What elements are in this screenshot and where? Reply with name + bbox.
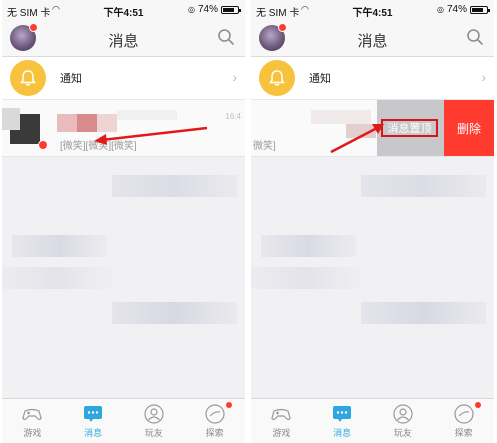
status-right: ◎ 74%	[188, 4, 241, 15]
tab-label: 游戏	[23, 428, 42, 438]
message-row[interactable]: [微笑][微笑][微笑] 16:4	[2, 100, 245, 157]
blurred-name	[97, 114, 117, 132]
blurred-name	[311, 110, 371, 124]
tab-label: 消息	[333, 428, 352, 438]
phone-screen-after: 无 SIM 卡 ◠ 下午4:51 ◎ 74% 消息 通知 › 微笑] 消息置顶	[251, 0, 494, 443]
chat-icon	[84, 406, 103, 422]
tab-label: 玩友	[393, 428, 412, 438]
status-bar: 无 SIM 卡 ◠ 下午4:51 ◎ 74%	[2, 0, 245, 20]
bell-icon	[10, 60, 46, 96]
tab-label: 探索	[205, 428, 224, 438]
blurred-content	[112, 175, 237, 197]
blurred-content	[112, 302, 237, 324]
notification-label: 通知	[60, 73, 82, 85]
tab-bar: 游戏 消息 玩友 探索	[2, 398, 245, 443]
red-badge	[38, 140, 48, 150]
status-right: ◎ 74%	[437, 4, 490, 15]
friends-icon	[144, 404, 164, 424]
message-row-swiped[interactable]: 微笑] 消息置顶 删除	[251, 100, 494, 157]
tab-label: 探索	[454, 428, 473, 438]
notification-row[interactable]: 通知 ›	[251, 57, 494, 100]
tab-label: 游戏	[272, 428, 291, 438]
status-bar: 无 SIM 卡 ◠ 下午4:51 ◎ 74%	[251, 0, 494, 20]
chat-icon	[333, 406, 352, 422]
notification-row[interactable]: 通知 ›	[2, 57, 245, 100]
blurred-name	[77, 114, 97, 132]
battery-percent: 74%	[446, 4, 467, 15]
tab-explore[interactable]: 探索	[184, 399, 245, 443]
message-list	[251, 157, 494, 399]
blurred-name	[2, 108, 20, 130]
tab-explore[interactable]: 探索	[433, 399, 494, 443]
nav-bar: 消息	[251, 20, 494, 57]
bell-icon	[259, 60, 295, 96]
blurred-content	[251, 267, 361, 289]
tab-friends[interactable]: 玩友	[124, 399, 185, 443]
explore-badge	[475, 402, 481, 408]
battery-icon	[221, 5, 241, 14]
blurred-content	[12, 235, 107, 257]
message-preview: 微笑]	[253, 141, 276, 152]
notification-label: 通知	[309, 73, 331, 85]
battery-percent: 74%	[197, 4, 218, 15]
search-icon[interactable]	[466, 28, 484, 46]
phone-screen-before: 无 SIM 卡 ◠ 下午4:51 ◎ 74% 消息 通知 › [微笑][微笑][…	[2, 0, 245, 443]
message-time: 16:4	[225, 112, 241, 121]
message-preview: [微笑][微笑][微笑]	[60, 141, 137, 152]
nav-bar: 消息	[2, 20, 245, 57]
pin-message-label: 消息置顶	[381, 119, 438, 137]
tab-messages[interactable]: 消息	[63, 399, 124, 443]
tab-bar: 游戏 消息 玩友 探索	[251, 398, 494, 443]
explore-badge	[226, 402, 232, 408]
chevron-right-icon: ›	[481, 69, 486, 85]
page-title: 消息	[108, 33, 139, 50]
chevron-right-icon: ›	[232, 69, 237, 85]
lock-rotation-icon: ◎	[437, 5, 444, 14]
blurred-content	[261, 235, 356, 257]
friends-icon	[393, 404, 413, 424]
search-icon[interactable]	[217, 28, 235, 46]
delete-button[interactable]: 删除	[444, 100, 494, 156]
blurred-content	[2, 267, 112, 289]
blurred-name	[57, 114, 77, 132]
blurred-name	[346, 124, 376, 138]
lock-rotation-icon: ◎	[188, 5, 195, 14]
blurred-content	[361, 175, 486, 197]
page-title: 消息	[357, 33, 388, 50]
explore-icon	[205, 404, 225, 424]
tab-label: 玩友	[144, 428, 163, 438]
blurred-content	[361, 302, 486, 324]
tab-games[interactable]: 游戏	[2, 399, 63, 443]
blurred-name	[117, 110, 177, 120]
tab-friends[interactable]: 玩友	[373, 399, 434, 443]
tab-label: 消息	[84, 428, 103, 438]
message-list	[2, 157, 245, 399]
tab-messages[interactable]: 消息	[312, 399, 373, 443]
gamepad-icon	[271, 408, 292, 421]
tab-games[interactable]: 游戏	[251, 399, 312, 443]
gamepad-icon	[22, 408, 43, 421]
battery-icon	[470, 5, 490, 14]
explore-icon	[454, 404, 474, 424]
